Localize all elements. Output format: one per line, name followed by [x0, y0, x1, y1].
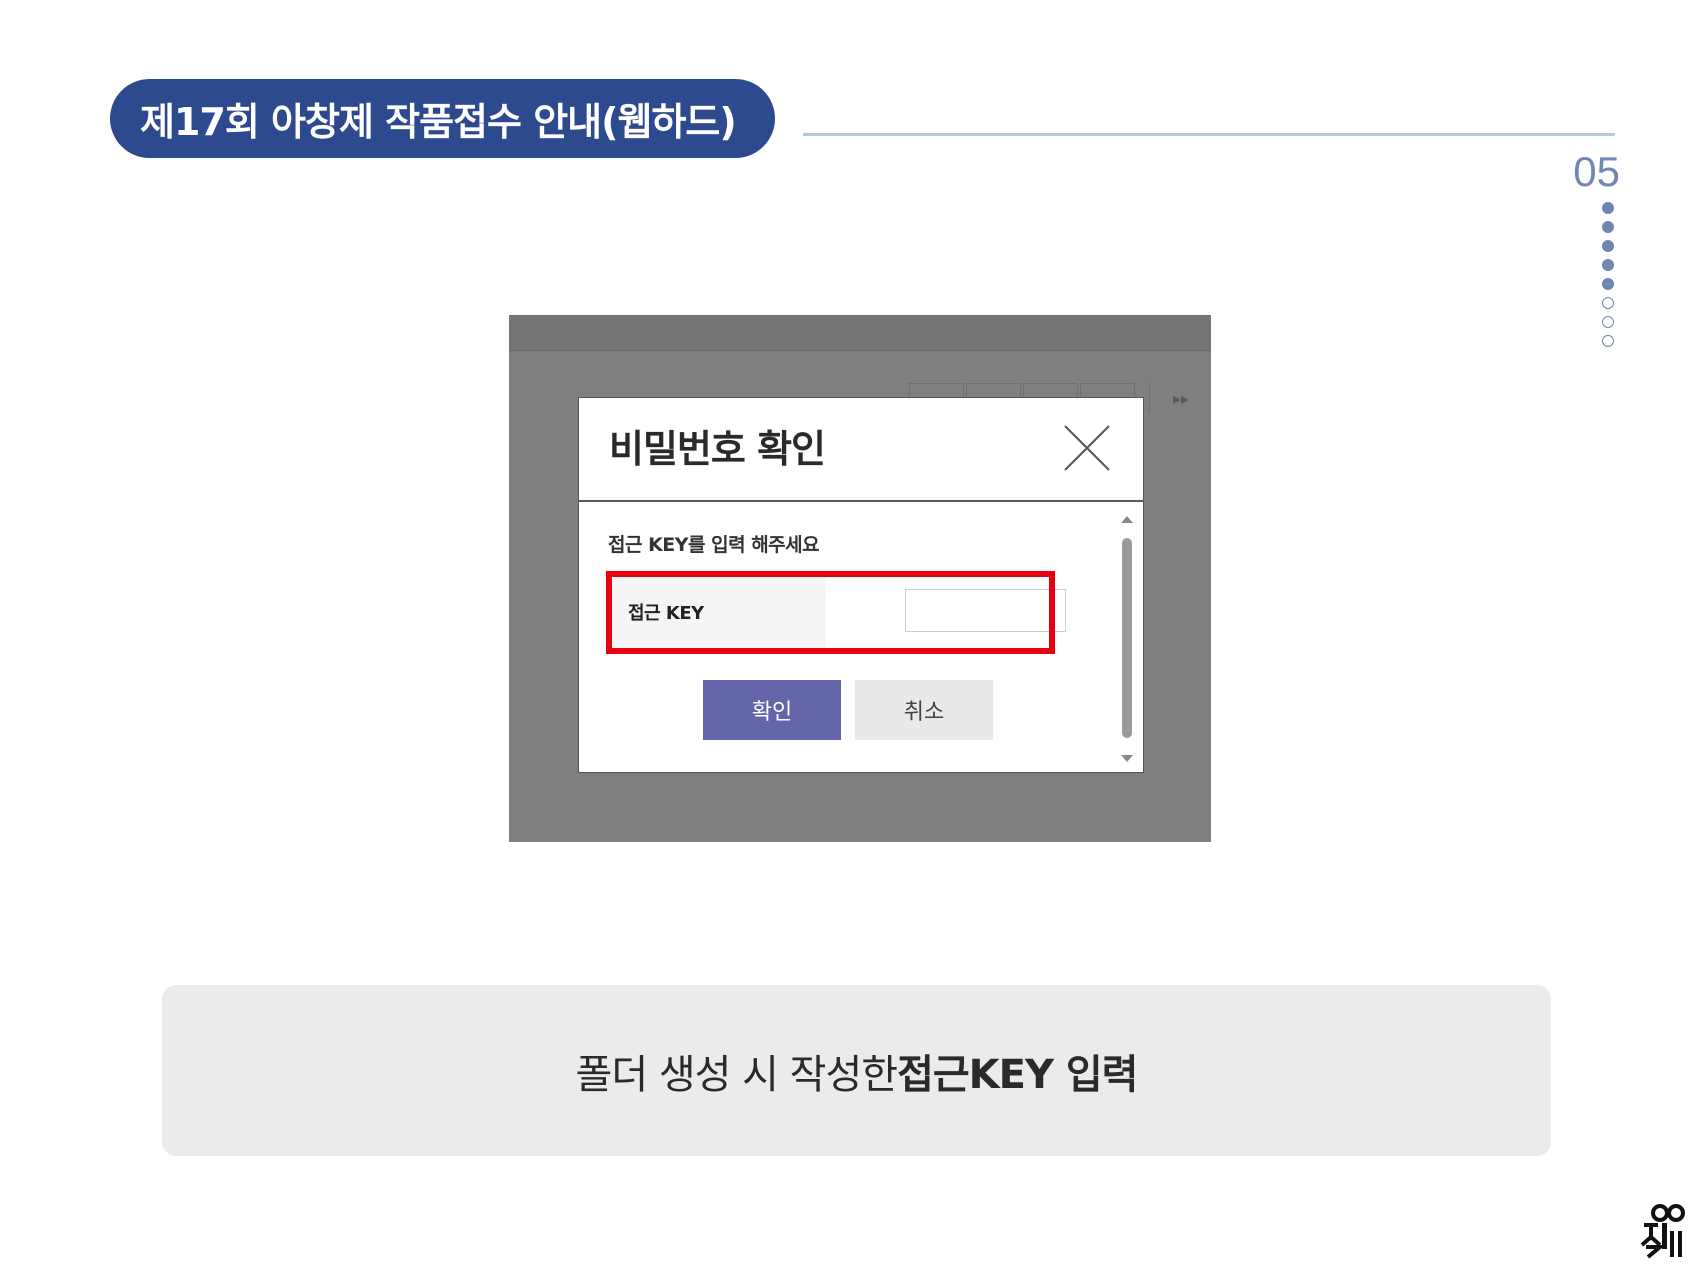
slide-title: 제17회 아창제 작품접수 안내(웹하드)	[110, 79, 775, 158]
dialog-header: 비밀번호 확인	[579, 398, 1143, 502]
progress-dot	[1602, 278, 1614, 290]
dialog-instruction: 접근 KEY를 입력 해주세요	[608, 534, 820, 556]
password-dialog: 비밀번호 확인 접근 KEY를 입력 해주세요 접근 KEY 확인 취소	[578, 397, 1144, 773]
page-number: 05	[1573, 148, 1620, 195]
caption-emphasis: 접근KEY 입력	[897, 1051, 1138, 1098]
progress-dots	[1602, 202, 1616, 354]
scroll-up-icon[interactable]	[1121, 516, 1133, 523]
logo	[1638, 1203, 1686, 1259]
title-divider	[803, 133, 1615, 136]
slide-title-text: 제17회 아창제 작품접수 안내(웹하드)	[140, 100, 737, 144]
progress-dot	[1602, 259, 1614, 271]
scroll-down-icon[interactable]	[1121, 755, 1133, 762]
webhard-screenshot: ▸▸ 비밀번호 확인 접근 KEY를 입력 해주세요 접근 KEY 확인 취소	[509, 315, 1211, 842]
confirm-button[interactable]: 확인	[703, 680, 841, 740]
highlight-box	[606, 571, 1055, 654]
progress-dot	[1602, 316, 1614, 328]
caption-text: 폴더 생성 시 작성한	[575, 1051, 899, 1098]
close-icon[interactable]	[1063, 424, 1111, 472]
scroll-thumb[interactable]	[1122, 538, 1132, 738]
background-toolbar	[509, 315, 1211, 351]
vertical-scrollbar[interactable]	[1119, 512, 1135, 762]
progress-dot	[1602, 202, 1614, 214]
progress-dot	[1602, 221, 1614, 233]
progress-dot	[1602, 297, 1614, 309]
caption-box: 폴더 생성 시 작성한 접근KEY 입력	[162, 985, 1551, 1156]
progress-dot	[1602, 335, 1614, 347]
progress-dot	[1602, 240, 1614, 252]
fast-forward-icon: ▸▸	[1149, 383, 1211, 413]
dialog-title: 비밀번호 확인	[609, 427, 826, 471]
cancel-button[interactable]: 취소	[855, 680, 993, 740]
dialog-body: 접근 KEY를 입력 해주세요 접근 KEY 확인 취소	[579, 502, 1143, 774]
